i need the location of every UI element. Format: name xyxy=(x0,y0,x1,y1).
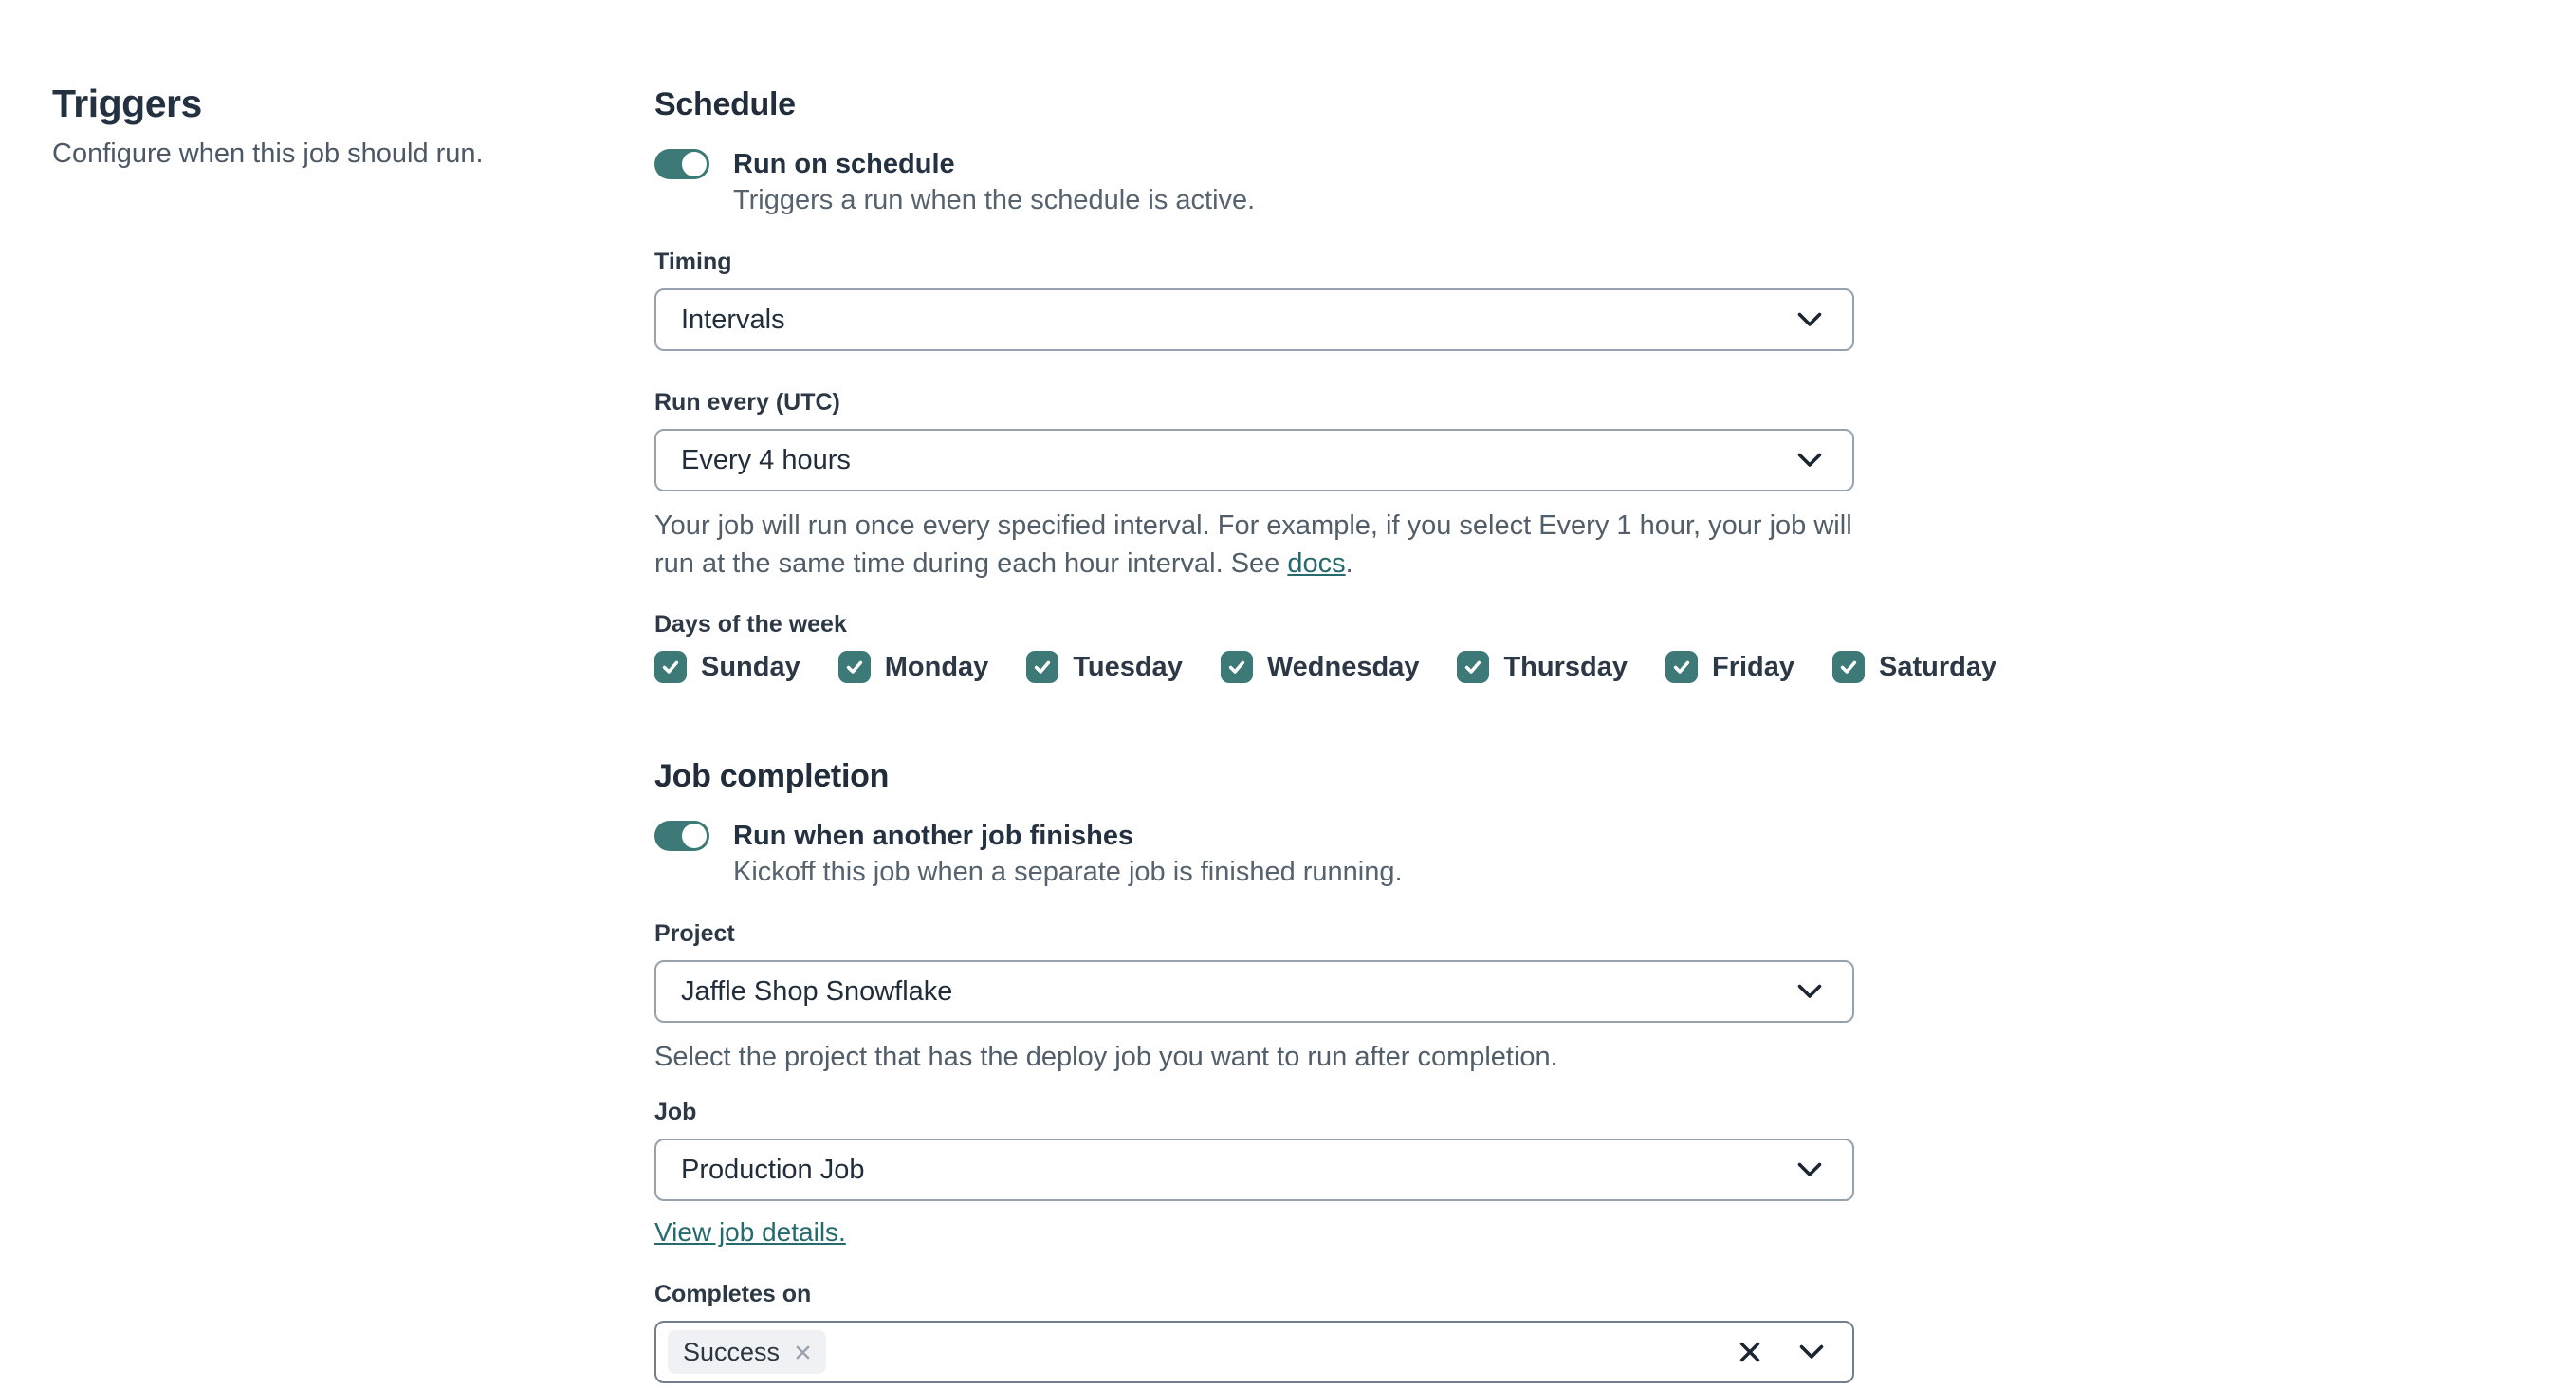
chevron-down-icon xyxy=(1797,453,1822,468)
completes-on-multiselect[interactable]: Success xyxy=(654,1321,1854,1383)
chevron-down-icon xyxy=(1797,312,1822,327)
job-selected-value: Production Job xyxy=(681,1154,865,1185)
days-of-week-label: Days of the week xyxy=(654,611,847,638)
run-on-schedule-toggle[interactable] xyxy=(654,149,709,179)
multiselect-controls xyxy=(1739,1341,1824,1363)
checkbox-checked[interactable] xyxy=(654,651,687,683)
day-label: Thursday xyxy=(1503,651,1628,682)
schedule-heading: Schedule xyxy=(654,86,796,122)
checkbox-checked[interactable] xyxy=(1457,651,1490,683)
check-icon xyxy=(1465,660,1481,674)
project-field: Project Jaffle Shop Snowflake Select the… xyxy=(654,918,1854,1076)
day-checkbox-wednesday[interactable]: Wednesday xyxy=(1220,651,1420,683)
timing-label: Timing xyxy=(654,249,732,275)
run-every-field: Run every (UTC) Every 4 hours Your job w… xyxy=(654,387,1854,583)
view-job-details-link[interactable]: View job details. xyxy=(654,1217,846,1247)
run-on-schedule-texts: Run on schedule Triggers a run when the … xyxy=(733,146,1255,218)
view-job-details-row: View job details. xyxy=(654,1216,1854,1249)
run-on-schedule-label: Run on schedule xyxy=(733,149,955,179)
check-icon xyxy=(1673,660,1690,674)
day-checkbox-saturday[interactable]: Saturday xyxy=(1832,651,1996,683)
day-checkbox-monday[interactable]: Monday xyxy=(837,651,989,683)
run-every-label: Run every (UTC) xyxy=(654,389,840,416)
run-every-selected-value: Every 4 hours xyxy=(681,444,851,475)
help-text-before-link: Your job will run once every specified i… xyxy=(654,510,1852,579)
success-tag: Success xyxy=(668,1330,827,1374)
run-when-job-finishes-row: Run when another job finishes Kickoff th… xyxy=(654,818,1854,890)
chevron-down-icon[interactable] xyxy=(1799,1344,1824,1360)
checkbox-checked[interactable] xyxy=(837,651,871,683)
day-label: Monday xyxy=(884,651,989,682)
job-field: Job Production Job View job details. xyxy=(654,1097,1854,1249)
triggers-settings-page: Triggers Configure when this job should … xyxy=(0,0,2576,1389)
day-checkbox-friday[interactable]: Friday xyxy=(1665,651,1794,683)
run-when-job-finishes-texts: Run when another job finishes Kickoff th… xyxy=(733,818,1403,890)
day-label: Saturday xyxy=(1879,651,1997,682)
chevron-down-icon xyxy=(1797,984,1822,999)
project-select[interactable]: Jaffle Shop Snowflake xyxy=(654,960,1854,1023)
run-every-select[interactable]: Every 4 hours xyxy=(654,429,1854,491)
day-label: Friday xyxy=(1712,651,1795,682)
toggle-knob xyxy=(682,152,707,176)
project-label: Project xyxy=(654,920,735,947)
timing-selected-value: Intervals xyxy=(681,304,785,335)
day-checkbox-sunday[interactable]: Sunday xyxy=(654,651,800,683)
checkbox-checked[interactable] xyxy=(1220,651,1253,683)
checkbox-checked[interactable] xyxy=(1665,651,1698,683)
timing-field: Timing Intervals xyxy=(654,247,1854,351)
run-when-job-finishes-description: Kickoff this job when a separate job is … xyxy=(733,857,1403,887)
project-help-text: Select the project that has the deploy j… xyxy=(654,1042,1558,1072)
run-when-job-finishes-label: Run when another job finishes xyxy=(733,821,1134,851)
check-icon xyxy=(1035,660,1051,674)
check-icon xyxy=(846,660,862,674)
project-selected-value: Jaffle Shop Snowflake xyxy=(681,975,953,1007)
check-icon xyxy=(1228,660,1244,674)
days-of-week-row: Sunday Monday Tuesday Wednesday Thursday xyxy=(654,651,1996,683)
page-title: Triggers xyxy=(52,82,202,125)
toggle-knob xyxy=(682,824,707,848)
check-icon xyxy=(1840,660,1857,674)
completes-on-field: Completes on Success xyxy=(654,1279,1854,1383)
day-checkbox-tuesday[interactable]: Tuesday xyxy=(1026,651,1183,683)
day-label: Sunday xyxy=(701,651,800,682)
day-label: Wednesday xyxy=(1266,651,1420,682)
docs-link[interactable]: docs xyxy=(1287,548,1345,579)
completes-on-label: Completes on xyxy=(654,1281,812,1307)
run-on-schedule-description: Triggers a run when the schedule is acti… xyxy=(733,185,1256,215)
clear-all-icon[interactable] xyxy=(1739,1341,1761,1363)
remove-tag-icon[interactable] xyxy=(795,1344,811,1361)
job-label: Job xyxy=(654,1099,697,1125)
success-tag-label: Success xyxy=(683,1337,781,1366)
checkbox-checked[interactable] xyxy=(1026,651,1059,683)
help-text-after-link: . xyxy=(1345,548,1353,579)
day-checkbox-thursday[interactable]: Thursday xyxy=(1457,651,1628,683)
chevron-down-icon xyxy=(1797,1162,1822,1177)
days-of-week-field: Days of the week Sunday Monday Tuesday W… xyxy=(654,609,1996,683)
run-when-job-finishes-toggle[interactable] xyxy=(654,821,709,851)
run-every-help-text: Your job will run once every specified i… xyxy=(654,507,1854,583)
job-completion-heading: Job completion xyxy=(654,758,890,794)
form-column: Schedule Run on schedule Triggers a run … xyxy=(654,0,1996,1389)
timing-select[interactable]: Intervals xyxy=(654,288,1854,351)
job-select[interactable]: Production Job xyxy=(654,1139,1854,1201)
day-label: Tuesday xyxy=(1073,651,1183,682)
intro-column: Triggers Configure when this job should … xyxy=(0,0,654,1389)
page-subtitle: Configure when this job should run. xyxy=(52,139,484,169)
check-icon xyxy=(662,660,679,674)
run-on-schedule-row: Run on schedule Triggers a run when the … xyxy=(654,146,1854,218)
checkbox-checked[interactable] xyxy=(1832,651,1866,683)
